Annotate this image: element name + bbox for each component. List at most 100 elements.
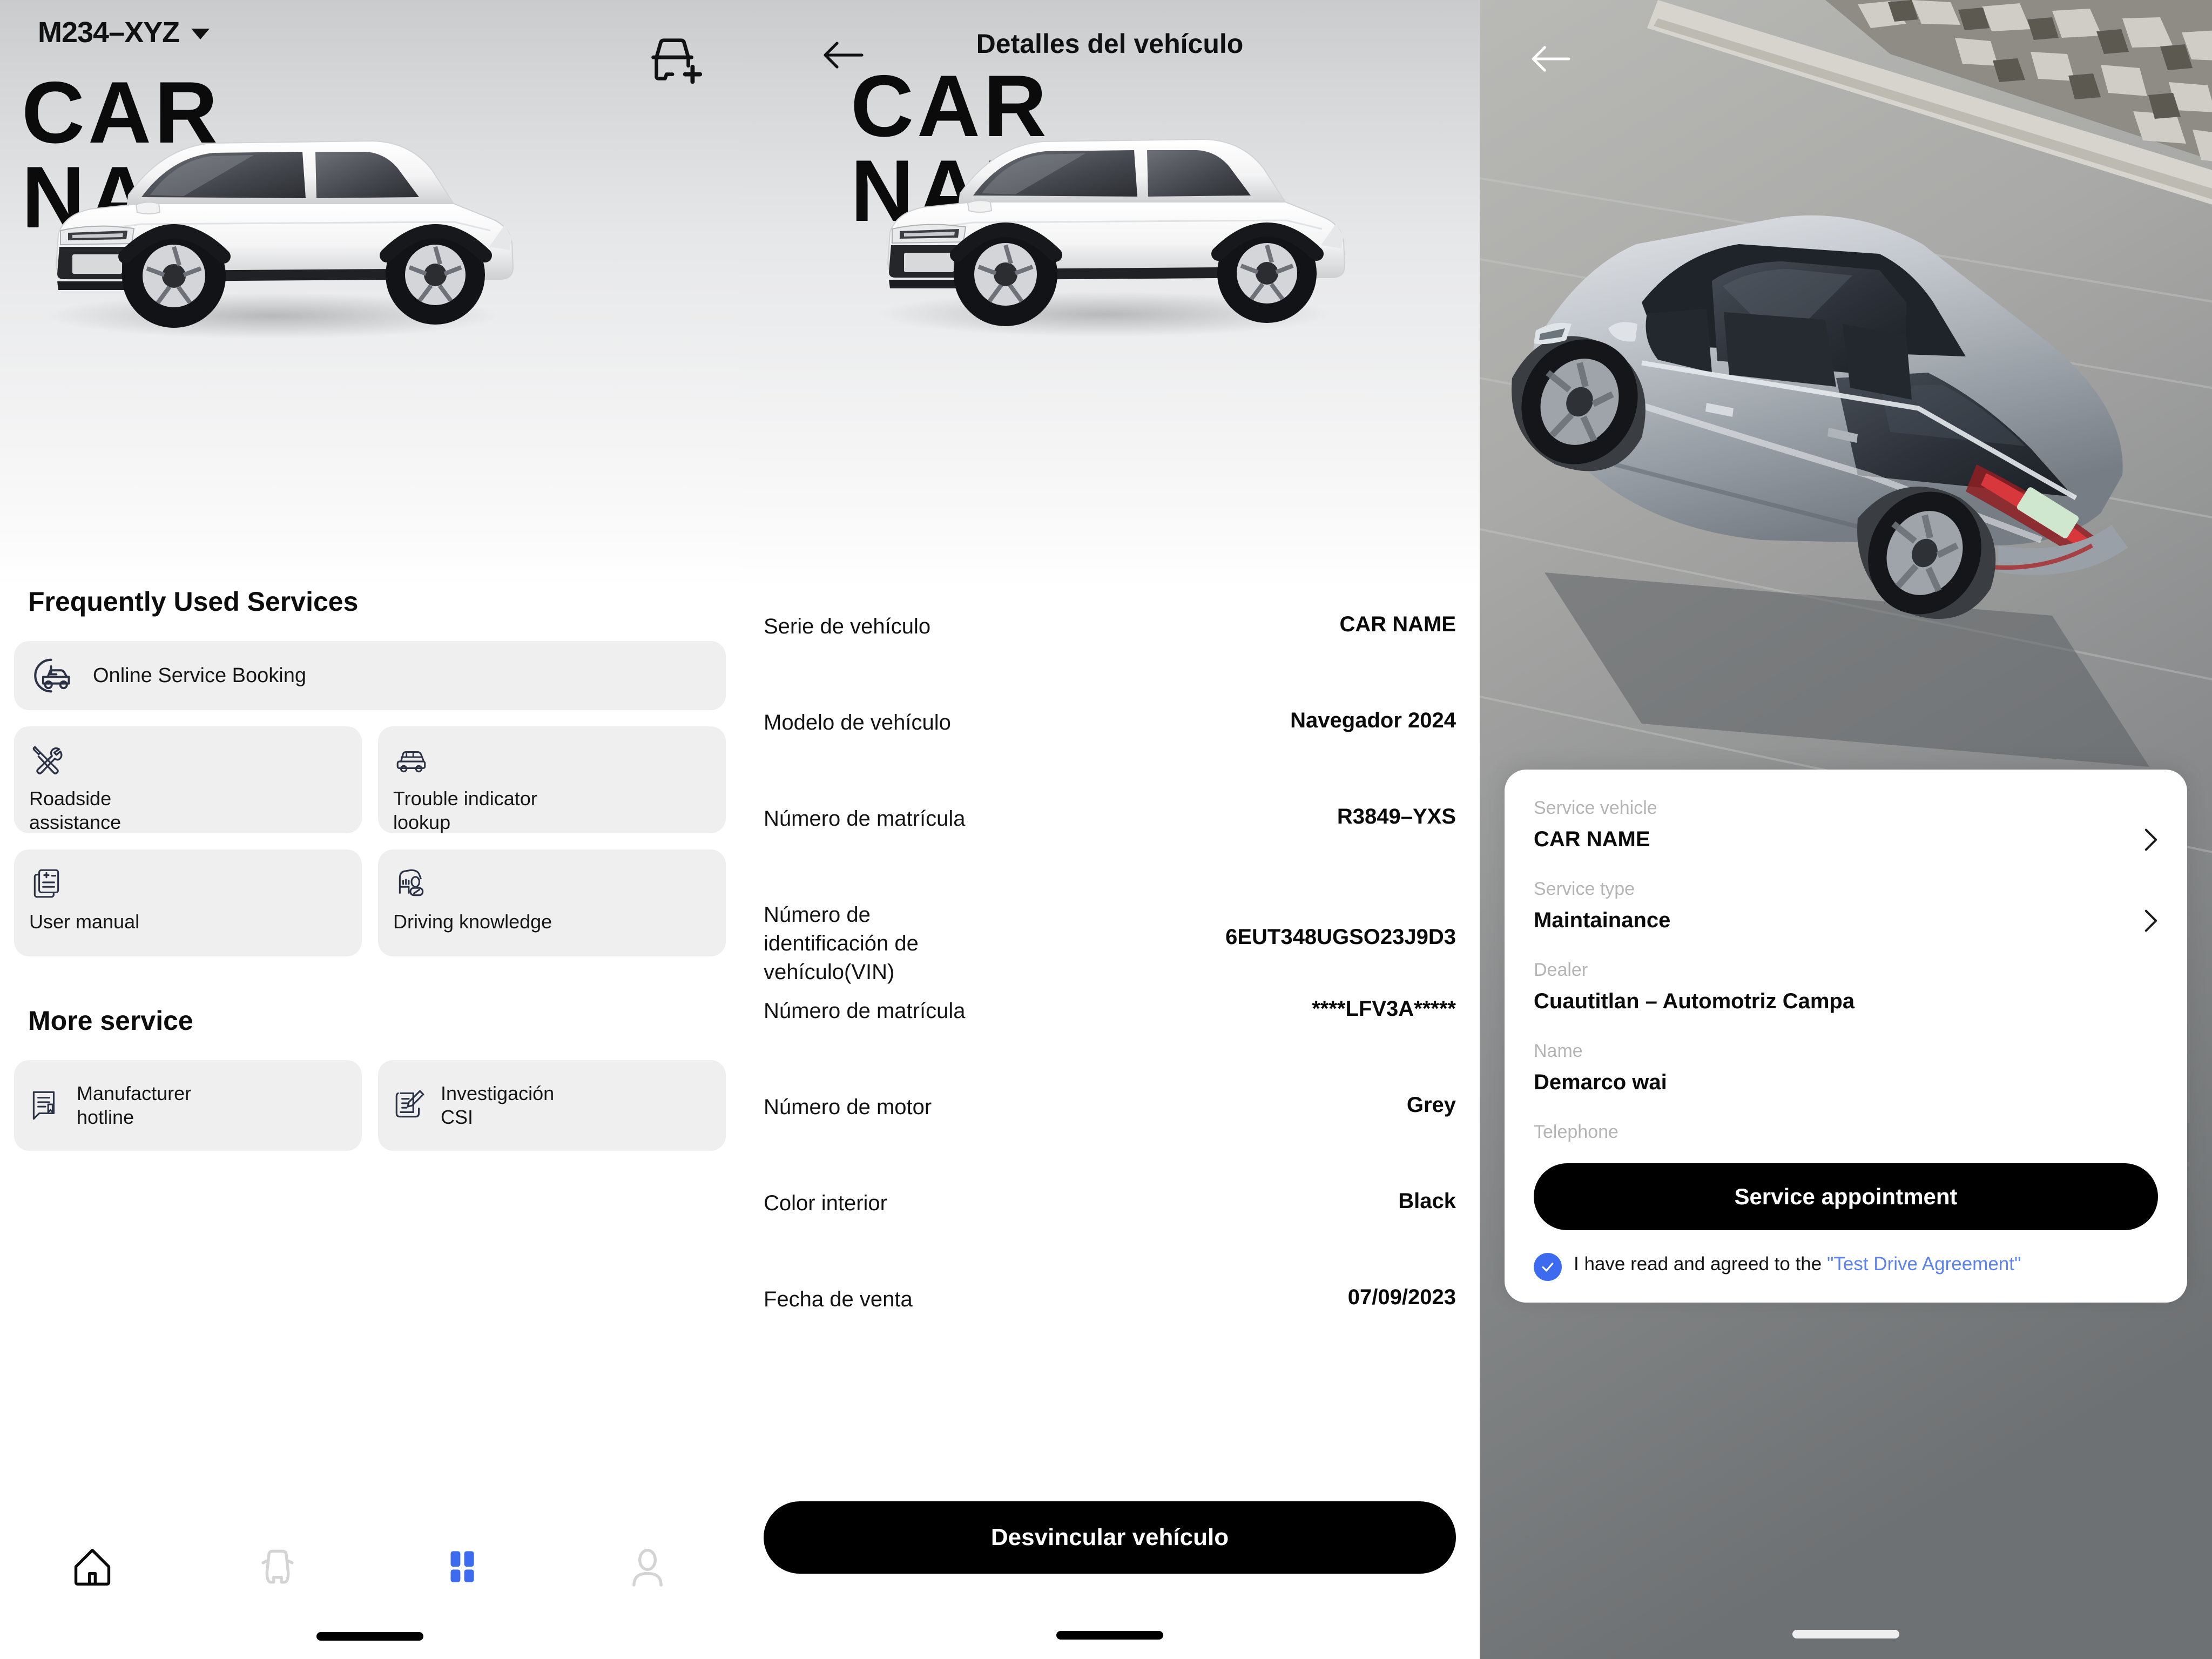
car-icon <box>261 1549 294 1584</box>
frequently-used-services-section: Frequently Used Services Online Service … <box>0 586 740 1199</box>
spec-key: Número de matrícula <box>764 999 966 1023</box>
spec-key: Serie de vehículo <box>764 615 931 638</box>
back-button[interactable] <box>1528 43 1574 75</box>
home-hero: M234–XYZ CAR NAME <box>0 0 740 586</box>
spec-value: ****LFV3A***** <box>1312 997 1456 1021</box>
spec-key: Modelo de vehículo <box>764 711 951 734</box>
spec-value: CAR NAME <box>1339 612 1456 636</box>
field-value: Cuautitlan – Automotriz Campa <box>1534 989 1855 1013</box>
field-label: Service type <box>1534 879 1635 899</box>
test-drive-agreement-link[interactable]: "Test Drive Agreement" <box>1827 1253 2021 1274</box>
vehicle-photo <box>878 138 1346 337</box>
check-icon <box>1542 1263 1554 1272</box>
tile-label: Driving knowledge <box>393 911 552 933</box>
tools-icon <box>29 743 347 779</box>
document-plus-icon <box>29 866 347 902</box>
spec-value: Navegador 2024 <box>1290 709 1456 732</box>
home-body: Frequently Used Services Online Service … <box>0 586 740 1199</box>
field-service-vehicle[interactable]: Service vehicle CAR NAME <box>1534 798 2158 852</box>
tile-roadside-assistance[interactable]: Roadside assistance <box>14 726 362 833</box>
field-label: Telephone <box>1534 1122 1618 1142</box>
service-tile-row-2: User manual Driving knowledge <box>14 849 726 956</box>
tile-trouble-indicator-lookup[interactable]: Trouble indicator lookup <box>378 726 726 833</box>
vehicle-spec-list: Serie de vehículo CAR NAME Modelo de veh… <box>740 589 1480 1358</box>
tile-label: Manufacturer hotline <box>77 1082 192 1128</box>
suv-icon <box>393 743 711 779</box>
tile-label: Roadside assistance <box>29 787 122 833</box>
field-dealer[interactable]: Dealer Cuautitlan – Automotriz Campa <box>1534 960 2158 1014</box>
nav-home[interactable] <box>0 1543 185 1590</box>
service-appointment-button[interactable]: Service appointment <box>1534 1163 2158 1230</box>
chevron-down-icon <box>191 29 210 39</box>
home-gesture-indicator <box>1792 1630 1899 1638</box>
agreement-row: I have read and agreed to the "Test Driv… <box>1534 1251 2158 1281</box>
home-topbar: M234–XYZ <box>0 0 740 65</box>
home-icon <box>75 1548 111 1586</box>
nav-services[interactable] <box>370 1543 555 1590</box>
nav-profile[interactable] <box>555 1543 740 1590</box>
agreement-text: I have read and agreed to the "Test Driv… <box>1574 1251 2021 1277</box>
car-gauge-icon <box>393 866 711 902</box>
vehicle-photo <box>46 140 514 339</box>
arrow-left-icon <box>1532 46 1570 72</box>
spec-key: Número de motor <box>764 1095 932 1119</box>
spec-row: Modelo de vehículo Navegador 2024 <box>764 685 1456 781</box>
tile-driving-knowledge[interactable]: Driving knowledge <box>378 849 726 956</box>
spec-value: Black <box>1398 1189 1456 1213</box>
field-value: Demarco wai <box>1534 1070 1667 1094</box>
field-name[interactable]: Name Demarco wai <box>1534 1041 2158 1095</box>
detail-topbar: Detalles del vehículo <box>740 0 1480 68</box>
home-panel: M234–XYZ CAR NAME <box>0 0 740 1659</box>
spec-key: Fecha de venta <box>764 1287 913 1311</box>
chevron-right-icon <box>2144 828 2157 851</box>
car-clock-icon <box>34 658 70 693</box>
online-service-booking-card[interactable]: Online Service Booking <box>14 641 726 710</box>
field-label: Dealer <box>1534 960 1588 980</box>
tile-user-manual[interactable]: User manual <box>14 849 362 956</box>
field-value: CAR NAME <box>1534 827 1650 851</box>
plate-selector[interactable]: M234–XYZ <box>38 16 210 49</box>
more-service-row-1: Manufacturer hotline Investigación CSI <box>14 1060 726 1151</box>
spec-row: Serie de vehículo CAR NAME <box>764 589 1456 685</box>
plate-label: M234–XYZ <box>38 16 180 49</box>
spec-row: Color interior Black <box>764 1165 1456 1262</box>
survey-pencil-icon <box>391 1087 427 1125</box>
agreement-checkbox[interactable] <box>1534 1253 1562 1281</box>
unbind-vehicle-button[interactable]: Desvincular vehículo <box>764 1501 1456 1574</box>
service-appointment-panel: Service vehicle CAR NAME Service type Ma… <box>1480 0 2212 1659</box>
service-appointment-card: Service vehicle CAR NAME Service type Ma… <box>1505 770 2187 1303</box>
grid-icon <box>450 1551 474 1582</box>
vehicle-details-panel: Detalles del vehículo CAR NAME <box>740 0 1480 1659</box>
tile-label: User manual <box>29 911 140 933</box>
online-service-booking-label: Online Service Booking <box>93 664 306 687</box>
person-icon <box>632 1548 663 1587</box>
home-gesture-indicator <box>316 1632 423 1641</box>
field-label: Name <box>1534 1041 1583 1061</box>
nav-vehicle[interactable] <box>185 1543 370 1590</box>
agreement-prefix: I have read and agreed to the <box>1574 1253 1827 1274</box>
field-value: Maintainance <box>1534 908 1671 932</box>
field-service-type[interactable]: Service type Maintainance <box>1534 879 2158 933</box>
tile-investigacion-csi[interactable]: Investigación CSI <box>378 1060 726 1151</box>
spec-row: Número de motor Grey <box>764 1069 1456 1165</box>
frequently-used-title: Frequently Used Services <box>28 586 359 617</box>
document-chat-icon <box>27 1087 63 1125</box>
spec-value: 6EUT348UGSO23J9D3 <box>1225 925 1456 949</box>
spec-row: Número de identificación de vehículo(VIN… <box>764 877 1456 984</box>
service-tile-row-1: Roadside assistance Trouble indicator lo… <box>14 726 726 833</box>
detail-hero: Detalles del vehículo CAR NAME <box>740 0 1480 589</box>
tile-label: Investigación CSI <box>441 1082 555 1128</box>
unbind-button-wrap: Desvincular vehículo <box>740 1501 1480 1574</box>
spec-value: R3849–YXS <box>1337 805 1456 828</box>
tile-manufacturer-hotline[interactable]: Manufacturer hotline <box>14 1060 362 1151</box>
field-telephone[interactable]: Telephone <box>1534 1122 2158 1151</box>
spec-key: Número de matrícula <box>764 807 966 831</box>
more-service-title: More service <box>28 1006 193 1036</box>
spec-row: Número de matrícula R3849–YXS <box>764 781 1456 877</box>
tile-label: Trouble indicator lookup <box>393 787 537 833</box>
more-service-row-2-clipped <box>14 1167 726 1199</box>
spec-row-clipped: Fecha de venta 07/09/2023 <box>764 1262 1456 1358</box>
chevron-right-icon <box>2144 909 2157 932</box>
spec-value: 07/09/2023 <box>1347 1285 1456 1309</box>
three-panel-screenshot: M234–XYZ CAR NAME <box>0 0 2212 1659</box>
